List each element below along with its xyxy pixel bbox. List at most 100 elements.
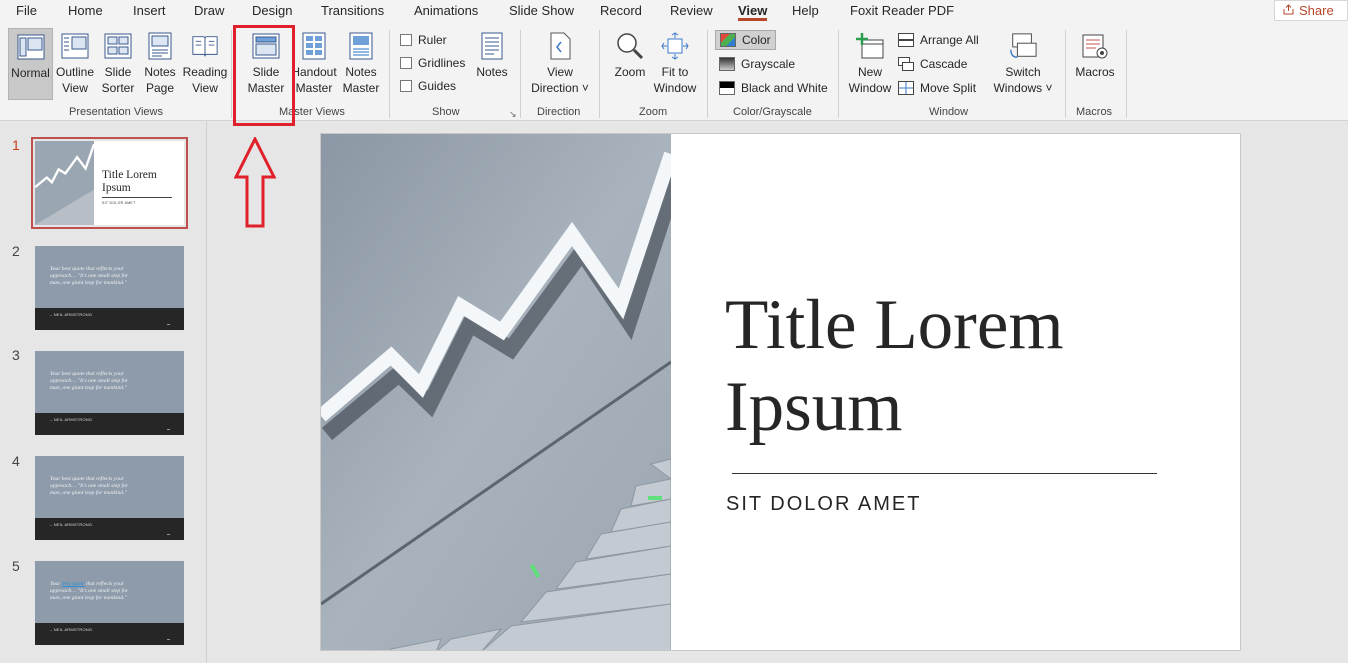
notes-master-button[interactable]: Notes Master <box>340 31 382 96</box>
slide-thumbnail-1[interactable]: Title Lorem Ipsum SIT DOLOR AMET <box>31 137 188 229</box>
handout-master-button[interactable]: Handout Master <box>290 31 338 96</box>
tab-insert[interactable]: Insert <box>133 3 166 18</box>
outline-view-button[interactable]: Outline View <box>55 31 95 96</box>
arrange-all-icon <box>898 33 914 47</box>
ribbon-view: Normal Outline View Slide Sorter Notes P… <box>0 24 1348 121</box>
move-split-button[interactable]: Move Split <box>898 81 976 95</box>
thumb-subtitle: SIT DOLOR AMET <box>102 201 136 205</box>
slide-subtitle[interactable]: SIT DOLOR AMET <box>726 493 921 516</box>
slide-sorter-icon <box>104 31 132 61</box>
fit-to-window-button[interactable]: Fit to Window <box>652 31 698 96</box>
arrange-all-button[interactable]: Arrange All <box>898 33 979 47</box>
slide-number: 1 <box>12 137 20 153</box>
ribbon-tabs: File Home Insert Draw Design Transitions… <box>0 0 1348 24</box>
zoom-button[interactable]: Zoom <box>610 31 650 80</box>
thumb-quote-text: Your best quote that reflects your approa… <box>50 371 129 391</box>
tab-animations[interactable]: Animations <box>414 3 478 18</box>
group-label-color-grayscale: Color/Grayscale <box>733 106 812 118</box>
color-swatch-icon <box>720 33 736 47</box>
guides-check-box[interactable] <box>400 80 412 92</box>
tab-review[interactable]: Review <box>670 3 713 18</box>
guides-checkbox[interactable]: Guides <box>400 79 456 93</box>
thumb-quote-text: Your best quote that reflects your approa… <box>50 581 129 601</box>
thumb-quote-text: Your best quote that reflects your approa… <box>50 266 129 286</box>
thumb-author: – NEIL ARMSTRONG <box>50 312 93 317</box>
slide-number: 4 <box>12 453 20 469</box>
cascade-icon <box>898 57 914 71</box>
new-window-button[interactable]: New Window <box>846 31 894 96</box>
thumb-title-line: Ipsum <box>102 182 131 194</box>
title-divider-line <box>732 473 1157 474</box>
slide-thumbnail-3[interactable]: Your best quote that reflects your approa… <box>35 351 184 435</box>
thumb-staircase-image <box>35 141 94 225</box>
notes-page-button[interactable]: Notes Page <box>141 31 179 96</box>
slide-canvas[interactable]: Title Lorem Ipsum SIT DOLOR AMET <box>320 133 1241 651</box>
tab-foxit-reader-pdf[interactable]: Foxit Reader PDF <box>850 3 954 18</box>
annotation-up-arrow-icon <box>234 137 276 228</box>
thumb-hyperlink: best quote <box>61 581 85 587</box>
slide-thumbnail-2[interactable]: Your best quote that reflects your approa… <box>35 246 184 330</box>
switch-windows-icon <box>1009 31 1037 61</box>
separator <box>389 30 390 118</box>
cascade-button[interactable]: Cascade <box>898 57 967 71</box>
reading-view-button[interactable]: Reading View <box>182 31 228 96</box>
group-label-macros: Macros <box>1076 106 1113 118</box>
slide-number: 2 <box>12 243 20 259</box>
slide-title-line: Ipsum <box>725 368 903 446</box>
thumb-title-line: Title Lorem <box>102 169 157 181</box>
group-label-zoom: Zoom <box>639 106 668 118</box>
switch-windows-button[interactable]: Switch Windows ˅ <box>990 31 1056 96</box>
share-icon <box>1283 3 1294 18</box>
thumb-divider <box>102 197 172 198</box>
normal-view-icon <box>17 32 45 62</box>
thumb-author: – NEIL ARMSTRONG <box>50 522 93 527</box>
show-dialog-launcher-icon[interactable]: ↘ <box>509 109 517 120</box>
grayscale-swatch-icon <box>719 57 735 71</box>
gridlines-check-box[interactable] <box>400 57 412 69</box>
tab-home[interactable]: Home <box>68 3 103 18</box>
macros-icon <box>1081 31 1109 61</box>
slide-number: 3 <box>12 347 20 363</box>
separator <box>599 30 600 118</box>
group-label-presentation-views: Presentation Views <box>69 106 163 118</box>
slide-thumbnail-5[interactable]: Your best quote that reflects your approa… <box>35 561 184 645</box>
black-and-white-swatch-icon <box>719 81 735 95</box>
share-button[interactable]: Share <box>1274 0 1348 21</box>
tab-help[interactable]: Help <box>792 3 819 18</box>
black-and-white-button[interactable]: Black and White <box>719 81 828 95</box>
tab-transitions[interactable]: Transitions <box>321 3 384 18</box>
group-label-direction: Direction <box>537 106 581 118</box>
slide-title-line: Title Lorem <box>725 286 1064 364</box>
slide-title[interactable]: Title Lorem Ipsum <box>725 284 1064 448</box>
slide-number: 5 <box>12 558 20 574</box>
annotation-highlight-box <box>233 25 295 126</box>
tab-record[interactable]: Record <box>600 3 642 18</box>
slide-sorter-button[interactable]: Slide Sorter <box>99 31 137 96</box>
separator <box>520 30 521 118</box>
ruler-check-box[interactable] <box>400 34 412 46</box>
separator <box>1126 30 1127 118</box>
thumb-quote-text: Your best quote that reflects your approa… <box>50 476 129 496</box>
slide-thumbnail-4[interactable]: Your best quote that reflects your approa… <box>35 456 184 540</box>
macros-button[interactable]: Macros <box>1072 31 1118 80</box>
tab-design[interactable]: Design <box>252 3 292 18</box>
reading-view-icon <box>191 31 219 61</box>
group-label-show: Show <box>432 106 460 118</box>
handout-master-icon <box>300 31 328 61</box>
thumb-author: – NEIL ARMSTRONG <box>50 627 93 632</box>
gridlines-checkbox[interactable]: Gridlines <box>400 56 465 70</box>
color-button[interactable]: Color <box>715 30 776 50</box>
tab-view[interactable]: View <box>738 3 768 21</box>
fit-to-window-icon <box>661 31 689 61</box>
normal-view-button[interactable]: Normal <box>8 28 53 100</box>
tab-file[interactable]: File <box>16 3 37 18</box>
view-direction-button[interactable]: View Direction ˅ <box>528 31 592 96</box>
tab-slide-show[interactable]: Slide Show <box>509 3 574 18</box>
notes-button[interactable]: Notes <box>474 31 510 80</box>
group-label-window: Window <box>929 106 969 118</box>
ruler-checkbox[interactable]: Ruler <box>400 33 447 47</box>
tab-draw[interactable]: Draw <box>194 3 224 18</box>
notes-icon <box>478 31 506 61</box>
grayscale-button[interactable]: Grayscale <box>719 57 795 71</box>
new-window-icon <box>856 31 884 61</box>
